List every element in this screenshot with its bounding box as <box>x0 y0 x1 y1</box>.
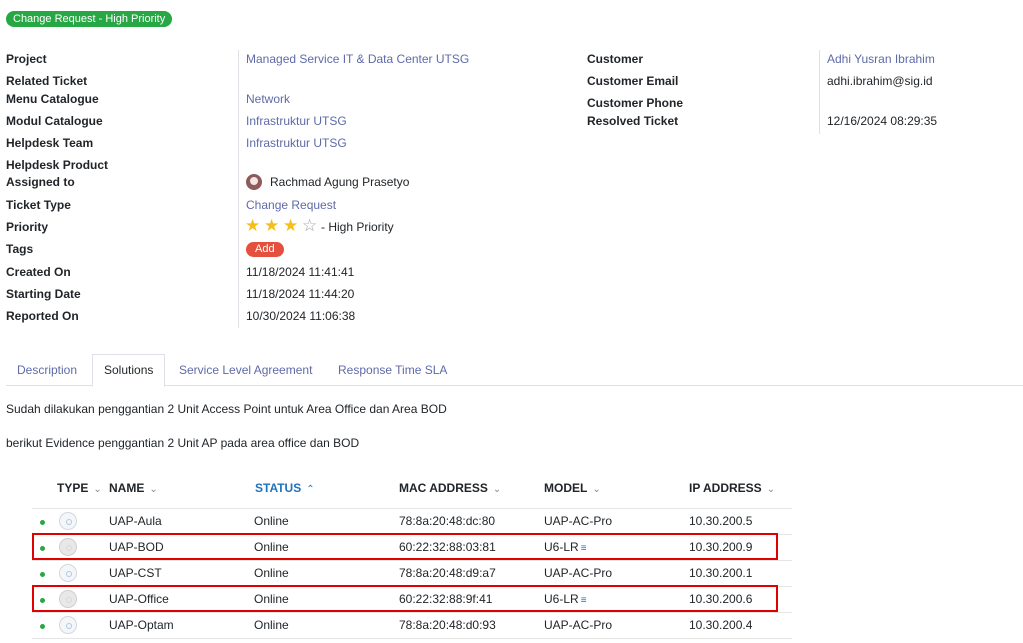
assignee-avatar <box>246 174 262 190</box>
tab-description[interactable]: Description <box>6 355 88 385</box>
chevron-down-icon: ⌄ <box>592 484 601 495</box>
starting-date-label: Starting Date <box>6 287 81 301</box>
column-header-name[interactable]: NAME ⌄ <box>109 481 158 495</box>
right-column-divider <box>819 50 820 134</box>
access-point-icon <box>59 512 77 530</box>
ticket-type-badge: Change Request - High Priority <box>6 11 173 27</box>
device-ip-address: 10.30.200.5 <box>689 514 753 528</box>
device-status: Online <box>254 618 289 632</box>
customer-email-label: Customer Email <box>587 74 679 88</box>
device-name[interactable]: UAP-CST <box>109 566 162 580</box>
assigned-to-label: Assigned to <box>6 175 75 189</box>
created-on-label: Created On <box>6 265 71 279</box>
project-value[interactable]: Managed Service IT & Data Center UTSG <box>246 52 469 66</box>
resolved-ticket-label: Resolved Ticket <box>587 114 679 128</box>
chevron-down-icon: ⌄ <box>93 484 102 495</box>
column-header-ip-address[interactable]: IP ADDRESS ⌄ <box>689 481 775 495</box>
tab-response-time-sla[interactable]: Response Time SLA <box>327 355 458 385</box>
device-ip-address: 10.30.200.1 <box>689 566 753 580</box>
reported-on-value: 10/30/2024 11:06:38 <box>246 309 356 323</box>
customer-phone-label: Customer Phone <box>587 96 684 110</box>
customer-email-value: adhi.ibrahim@sig.id <box>827 74 933 88</box>
device-status: Online <box>254 514 289 528</box>
assigned-to-value[interactable]: Rachmad Agung Prasetyo <box>270 175 409 189</box>
column-header-status[interactable]: STATUS ⌃ <box>255 481 315 495</box>
chevron-down-icon: ⌄ <box>492 484 502 495</box>
menu-catalogue-label: Menu Catalogue <box>6 92 99 106</box>
starting-date-value: 11/18/2024 11:44:20 <box>246 287 355 301</box>
access-point-icon <box>59 564 77 582</box>
device-mac-address: 78:8a:20:48:dc:80 <box>399 514 496 528</box>
online-status-dot <box>40 624 45 629</box>
ticket-type-value[interactable]: Change Request <box>246 198 336 212</box>
column-header-model[interactable]: MODEL ⌄ <box>544 481 601 495</box>
project-label: Project <box>6 52 47 66</box>
online-status-dot <box>40 572 45 577</box>
highlight-box <box>32 585 778 612</box>
helpdesk-team-value[interactable]: Infrastruktur UTSG <box>246 136 347 150</box>
solution-text-line-1: Sudah dilakukan penggantian 2 Unit Acces… <box>6 402 447 416</box>
device-mac-address: 78:8a:20:48:d9:a7 <box>399 566 496 580</box>
device-name[interactable]: UAP-Aula <box>109 514 162 528</box>
helpdesk-team-label: Helpdesk Team <box>6 136 94 150</box>
priority-label: Priority <box>6 220 49 234</box>
related-ticket-label: Related Ticket <box>6 74 88 88</box>
modul-catalogue-label: Modul Catalogue <box>6 114 103 128</box>
device-model: UAP-AC-Pro <box>544 618 613 632</box>
star-empty-icon[interactable]: ☆ <box>302 217 317 234</box>
star-filled-icon[interactable]: ★ <box>264 217 279 234</box>
left-column-divider <box>238 50 239 328</box>
device-name[interactable]: UAP-Optam <box>109 618 174 632</box>
row-divider <box>32 612 792 613</box>
device-ip-address: 10.30.200.4 <box>689 618 753 632</box>
column-header-type[interactable]: TYPE ⌄ <box>57 481 102 495</box>
priority-value: - High Priority <box>321 220 394 234</box>
row-divider <box>32 638 792 639</box>
menu-catalogue-value[interactable]: Network <box>246 92 290 106</box>
access-point-icon <box>59 616 77 634</box>
reported-on-label: Reported On <box>6 309 79 323</box>
device-status: Online <box>254 566 289 580</box>
chevron-down-icon: ⌄ <box>149 484 158 495</box>
star-filled-icon[interactable]: ★ <box>245 217 260 234</box>
ticket-type-label: Ticket Type <box>6 198 71 212</box>
device-model: UAP-AC-Pro <box>544 566 613 580</box>
table-header-divider <box>32 508 792 509</box>
modul-catalogue-value[interactable]: Infrastruktur UTSG <box>246 114 347 128</box>
tab-solutions[interactable]: Solutions <box>92 354 166 387</box>
chevron-down-icon: ⌄ <box>766 484 776 495</box>
device-model: UAP-AC-Pro <box>544 514 613 528</box>
online-status-dot <box>40 520 45 525</box>
add-tag-button[interactable]: Add <box>246 242 284 257</box>
tab-service-level-agreement[interactable]: Service Level Agreement <box>168 355 323 385</box>
resolved-ticket-value: 12/16/2024 08:29:35 <box>827 114 938 128</box>
highlight-box <box>32 533 778 560</box>
row-divider <box>32 560 792 561</box>
created-on-value: 11/18/2024 11:41:41 <box>246 265 355 279</box>
device-mac-address: 78:8a:20:48:d0:93 <box>399 618 496 632</box>
chevron-up-icon: ⌃ <box>306 484 315 495</box>
customer-label: Customer <box>587 52 644 66</box>
star-filled-icon[interactable]: ★ <box>283 217 298 234</box>
customer-value[interactable]: Adhi Yusran Ibrahim <box>827 52 935 66</box>
helpdesk-product-label: Helpdesk Product <box>6 158 109 172</box>
tags-label: Tags <box>6 242 34 256</box>
column-header-mac-address[interactable]: MAC ADDRESS ⌄ <box>399 481 501 495</box>
solution-text-line-2: berikut Evidence penggantian 2 Unit AP p… <box>6 436 360 450</box>
